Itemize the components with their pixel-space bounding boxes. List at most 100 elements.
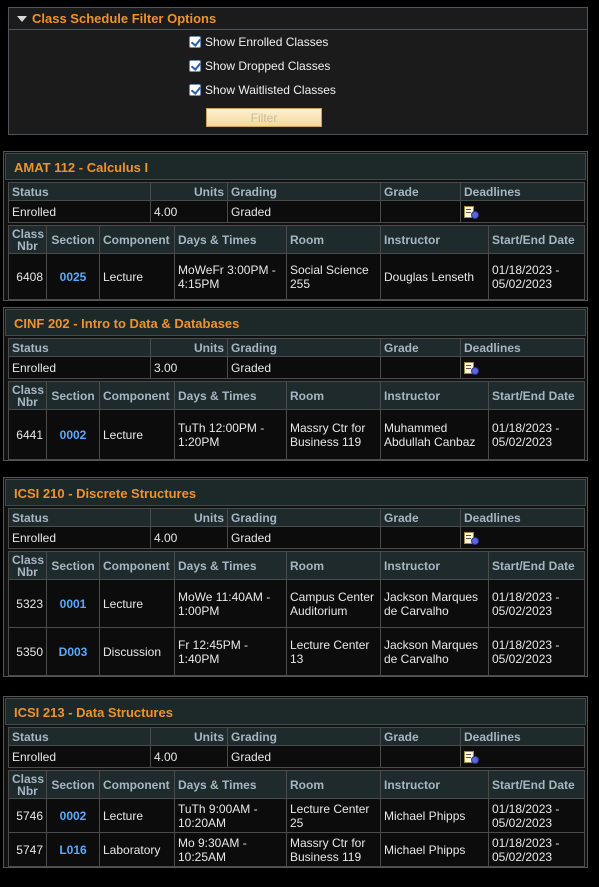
class-nbr-header: Class Nbr [8,381,47,410]
class-nbr: 5747 [8,832,47,867]
class-section-row: 5747 L016 Laboratory Mo 9:30AM - 10:25AM Mas… [8,832,585,867]
room-header: Room [286,551,381,580]
days-times-header: Days & Times [174,551,287,580]
start-end-header: Start/End Date [488,551,585,580]
class-nbr-header: Class Nbr [8,551,47,580]
component-header: Component [99,551,175,580]
show-waitlisted-checkbox[interactable] [189,84,201,96]
component: Discussion [99,627,175,676]
class-nbr-header: Class Nbr [8,770,47,799]
calendar-deadline-icon[interactable] [464,361,479,375]
filter-panel-title: Class Schedule Filter Options [32,11,217,26]
start-end-header: Start/End Date [488,225,585,254]
grading-header: Grading [227,182,381,201]
days-times: MoWe 11:40AM - 1:00PM [174,579,287,628]
start-end-date: 01/18/2023 - 05/02/2023 [488,579,585,628]
deadlines-cell [460,356,585,379]
class-nbr-header: Class Nbr [8,225,47,254]
class-section-table: Class Nbr Section Component Days & Times Roo… [8,770,585,867]
deadlines-cell [460,526,585,549]
course-summary-table: Status Units Grading Grade Deadlines Enrolled… [8,727,585,768]
section-link[interactable]: 0002 [46,409,100,460]
section-header-row: Class Nbr Section Component Days & Times Roo… [8,381,585,410]
grading-header: Grading [227,508,381,527]
start-end-date: 01/18/2023 - 05/02/2023 [488,832,585,867]
days-times: TuTh 12:00PM - 1:20PM [174,409,287,460]
units-header: Units [150,338,228,357]
instructor: Jackson Marques de Carvalho [380,627,489,676]
calendar-deadline-icon[interactable] [464,750,479,764]
section-link[interactable]: 0025 [46,253,100,300]
summary-row: Enrolled 4.00 Graded [8,200,585,223]
grade-value [380,526,461,549]
start-end-header: Start/End Date [488,770,585,799]
section-header: Section [46,225,100,254]
component: Lecture [99,579,175,628]
show-dropped-option[interactable]: Show Dropped Classes [189,56,330,76]
instructor-header: Instructor [380,381,489,410]
triangle-down-icon[interactable] [17,16,27,22]
show-enrolled-label: Show Enrolled Classes [205,35,329,49]
days-times-header: Days & Times [174,770,287,799]
class-nbr: 6441 [8,409,47,460]
section-link[interactable]: D003 [46,627,100,676]
class-section-row: 5323 0001 Lecture MoWe 11:40AM - 1:00PM Camp… [8,579,585,628]
status-value: Enrolled [8,526,151,549]
days-times: MoWeFr 3:00PM - 4:15PM [174,253,287,300]
deadlines-header: Deadlines [460,182,585,201]
room-header: Room [286,381,381,410]
grade-header: Grade [380,182,461,201]
course-title: AMAT 112 - Calculus I [5,153,586,180]
room: Lecture Center 13 [286,627,381,676]
grading-header: Grading [227,338,381,357]
room-header: Room [286,225,381,254]
grade-value [380,200,461,223]
grading-value: Graded [227,356,381,379]
component-header: Component [99,770,175,799]
section-link[interactable]: 0001 [46,579,100,628]
course-summary-table: Status Units Grading Grade Deadlines Enrolled… [8,338,585,379]
instructor-header: Instructor [380,225,489,254]
summary-row: Enrolled 4.00 Graded [8,526,585,549]
calendar-deadline-icon[interactable] [464,205,479,219]
course-summary-table: Status Units Grading Grade Deadlines Enrolled… [8,182,585,223]
filter-panel-header[interactable]: Class Schedule Filter Options [9,8,587,30]
component: Lecture [99,798,175,833]
days-times: Mo 9:30AM - 10:25AM [174,832,287,867]
show-waitlisted-option[interactable]: Show Waitlisted Classes [189,80,336,100]
class-nbr: 5350 [8,627,47,676]
days-times-header: Days & Times [174,225,287,254]
filter-button[interactable]: Filter [206,108,322,127]
calendar-deadline-icon[interactable] [464,531,479,545]
course-title: ICSI 213 - Data Structures [5,698,586,725]
instructor: Jackson Marques de Carvalho [380,579,489,628]
class-section-row: 5746 0002 Lecture TuTh 9:00AM - 10:20AM Lect… [8,798,585,833]
status-header: Status [8,182,151,201]
start-end-date: 01/18/2023 - 05/02/2023 [488,627,585,676]
component-header: Component [99,225,175,254]
show-enrolled-checkbox[interactable] [189,36,201,48]
instructor: Douglas Lenseth [380,253,489,300]
instructor-header: Instructor [380,551,489,580]
deadlines-header: Deadlines [460,727,585,746]
units-value: 4.00 [150,526,228,549]
start-end-date: 01/18/2023 - 05/02/2023 [488,409,585,460]
room: Massry Ctr for Business 119 [286,832,381,867]
grading-header: Grading [227,727,381,746]
start-end-date: 01/18/2023 - 05/02/2023 [488,253,585,300]
grade-value [380,745,461,768]
section-link[interactable]: L016 [46,832,100,867]
summary-row: Enrolled 4.00 Graded [8,745,585,768]
summary-header-row: Status Units Grading Grade Deadlines [8,727,585,746]
show-dropped-checkbox[interactable] [189,60,201,72]
summary-header-row: Status Units Grading Grade Deadlines [8,508,585,527]
class-nbr: 5746 [8,798,47,833]
section-link[interactable]: 0002 [46,798,100,833]
room: Lecture Center 25 [286,798,381,833]
summary-header-row: Status Units Grading Grade Deadlines [8,182,585,201]
units-value: 3.00 [150,356,228,379]
show-enrolled-option[interactable]: Show Enrolled Classes [189,32,328,52]
room: Social Science 255 [286,253,381,300]
status-header: Status [8,727,151,746]
course-title: CINF 202 - Intro to Data & Databases [5,309,586,336]
